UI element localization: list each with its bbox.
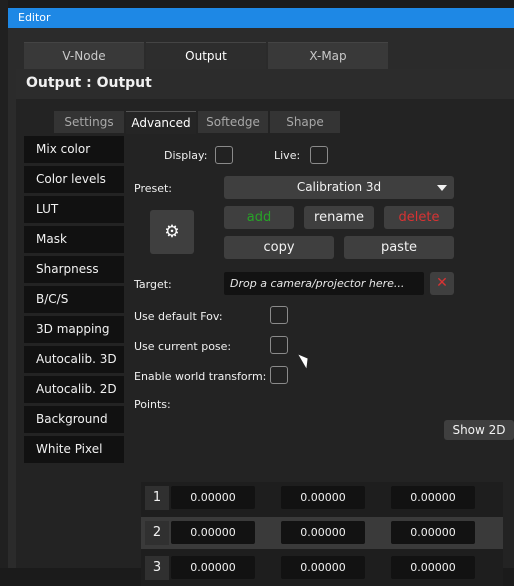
sidebar-nav: Mix color Color levels LUT Mask Sharpnes…	[24, 136, 124, 466]
paste-button[interactable]: paste	[344, 236, 454, 259]
target-label: Target:	[134, 278, 172, 291]
tab-settings[interactable]: Settings	[54, 111, 124, 133]
live-label: Live:	[274, 149, 301, 162]
points-table: 1 0.00000 0.00000 0.00000 2 0.00000 0.00…	[141, 482, 503, 586]
gear-icon: ⚙	[164, 222, 180, 242]
point-index: 3	[145, 556, 169, 580]
add-button[interactable]: add	[224, 206, 294, 229]
background-window-edge	[0, 0, 8, 568]
sidebar-item-white-pixel[interactable]: White Pixel	[24, 436, 124, 463]
point-z-field[interactable]: 0.00000	[391, 521, 475, 544]
tab-output[interactable]: Output	[146, 42, 266, 70]
window-titlebar[interactable]: Editor	[8, 8, 514, 28]
default-fov-label: Use default Fov:	[134, 310, 223, 323]
clear-target-button[interactable]: ✕	[430, 272, 454, 295]
tab-x-map[interactable]: X-Map	[268, 42, 388, 70]
sidebar-item-mask[interactable]: Mask	[24, 226, 124, 253]
current-pose-checkbox[interactable]	[270, 336, 288, 354]
display-checkbox[interactable]	[215, 146, 233, 164]
sidebar-item-bcs[interactable]: B/C/S	[24, 286, 124, 313]
tab-shape[interactable]: Shape	[270, 111, 340, 133]
point-index: 2	[145, 521, 169, 545]
tab-softedge[interactable]: Softedge	[198, 111, 268, 133]
sidebar-item-mix-color[interactable]: Mix color	[24, 136, 124, 163]
delete-button[interactable]: delete	[384, 206, 454, 229]
close-icon: ✕	[436, 275, 448, 291]
point-index: 1	[145, 486, 169, 510]
chevron-down-icon	[437, 185, 447, 191]
sidebar-item-background[interactable]: Background	[24, 406, 124, 433]
sidebar-item-sharpness[interactable]: Sharpness	[24, 256, 124, 283]
point-x-field[interactable]: 0.00000	[171, 521, 255, 544]
show-2d-button[interactable]: Show 2D	[444, 420, 514, 440]
rename-button[interactable]: rename	[304, 206, 374, 229]
points-label: Points:	[134, 398, 171, 411]
sidebar-item-autocalib-2d[interactable]: Autocalib. 2D	[24, 376, 124, 403]
current-pose-label: Use current pose:	[134, 340, 232, 353]
preset-select[interactable]: Calibration 3d	[224, 176, 454, 199]
sidebar-item-lut[interactable]: LUT	[24, 196, 124, 223]
target-drop-field[interactable]: Drop a camera/projector here...	[224, 272, 424, 295]
table-row: 2 0.00000 0.00000 0.00000	[141, 517, 503, 549]
sidebar-item-color-levels[interactable]: Color levels	[24, 166, 124, 193]
live-checkbox[interactable]	[310, 146, 328, 164]
page-title: Output : Output	[26, 75, 152, 91]
point-x-field[interactable]: 0.00000	[171, 486, 255, 509]
world-transform-checkbox[interactable]	[270, 366, 288, 384]
window-title: Editor	[18, 11, 51, 24]
default-fov-checkbox[interactable]	[270, 306, 288, 324]
table-row: 1 0.00000 0.00000 0.00000	[141, 482, 503, 514]
sidebar-item-3d-mapping[interactable]: 3D mapping	[24, 316, 124, 343]
tab-advanced[interactable]: Advanced	[126, 111, 196, 134]
panel-header: Output : Output	[16, 69, 514, 99]
point-z-field[interactable]: 0.00000	[391, 486, 475, 509]
point-y-field[interactable]: 0.00000	[281, 521, 365, 544]
preset-label: Preset:	[134, 182, 173, 195]
table-row: 3 0.00000 0.00000 0.00000	[141, 552, 503, 584]
preset-settings-button[interactable]: ⚙	[150, 210, 194, 254]
copy-button[interactable]: copy	[224, 236, 334, 259]
point-y-field[interactable]: 0.00000	[281, 486, 365, 509]
world-transform-label: Enable world transform:	[134, 370, 267, 383]
editor-window: V-Node Output X-Map Output : Output Sett…	[8, 28, 514, 586]
display-label: Display:	[164, 149, 208, 162]
sidebar-item-autocalib-3d[interactable]: Autocalib. 3D	[24, 346, 124, 373]
advanced-panel: Settings Advanced Softedge Shape Mix col…	[16, 99, 514, 586]
tab-v-node[interactable]: V-Node	[24, 42, 144, 70]
preset-value: Calibration 3d	[296, 180, 382, 194]
